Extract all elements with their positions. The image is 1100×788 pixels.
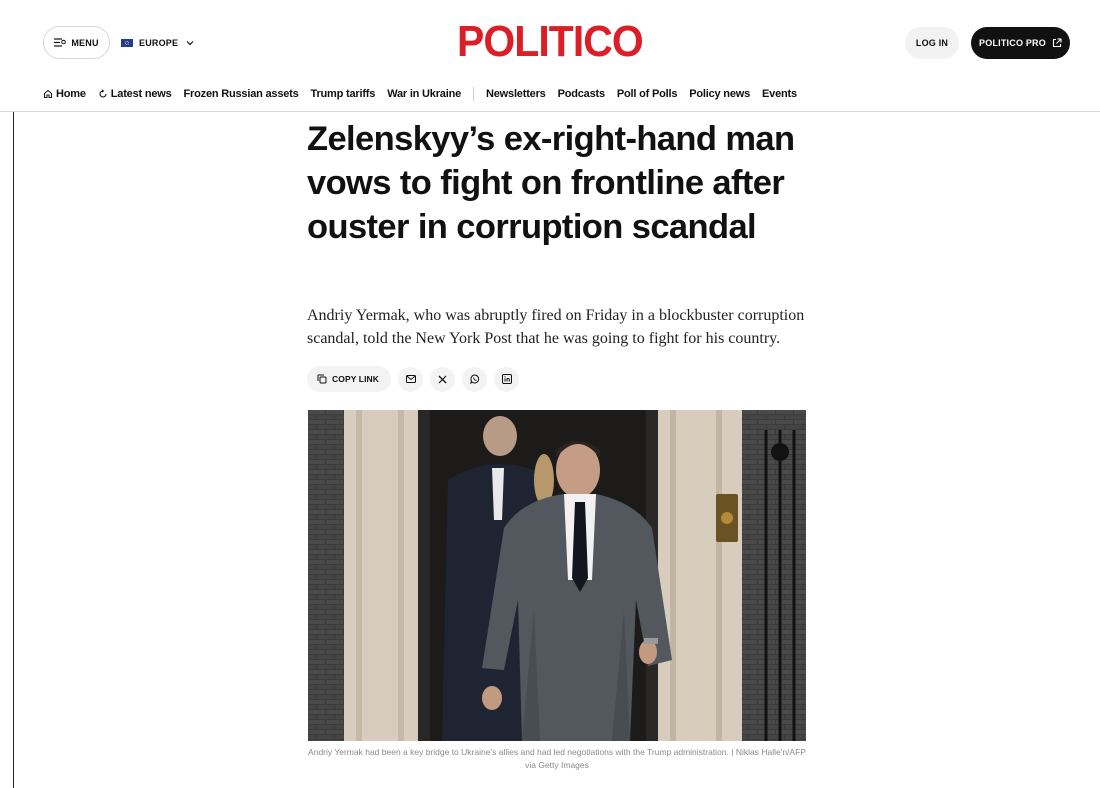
article-lead-photo	[308, 410, 806, 741]
linkedin-icon	[501, 374, 512, 384]
external-link-icon	[1052, 38, 1062, 48]
photo-caption: Andriy Yermak had been a key bridge to U…	[308, 747, 806, 770]
nav-item-newsletters[interactable]: Newsletters	[486, 88, 546, 100]
nav-item-trump-tariffs[interactable]: Trump tariffs	[311, 88, 376, 100]
nav-item-home[interactable]: Home	[43, 88, 86, 100]
nav-item-podcasts[interactable]: Podcasts	[558, 88, 606, 100]
nav-item-latest-news[interactable]: Latest news	[98, 88, 172, 100]
email-icon	[405, 375, 416, 383]
nav-item-poll-of-polls[interactable]: Poll of Polls	[617, 88, 678, 100]
share-whatsapp-button[interactable]	[462, 366, 488, 392]
home-icon	[44, 89, 52, 98]
nav-item-war-in-ukraine[interactable]: War in Ukraine	[387, 88, 461, 100]
pro-label: POLITICO PRO	[979, 38, 1046, 48]
share-email-button[interactable]	[398, 366, 424, 392]
nav-divider	[473, 87, 475, 101]
login-button[interactable]: LOG IN	[905, 27, 959, 59]
copy-link-button[interactable]: COPY LINK	[307, 366, 392, 392]
left-edge-rule	[13, 112, 14, 788]
article-headline: Zelenskyy’s ex-right-hand man vows to fi…	[307, 120, 795, 246]
politico-pro-button[interactable]: POLITICO PRO	[971, 27, 1070, 59]
nav-divider-line	[0, 111, 1100, 112]
share-x-button[interactable]	[430, 366, 456, 392]
article-dek: Andriy Yermak, who was abruptly fired on…	[307, 307, 805, 347]
whatsapp-icon	[469, 374, 479, 384]
lead-photo-illustration	[308, 410, 806, 741]
copy-icon	[317, 374, 327, 384]
x-icon	[438, 375, 447, 383]
nav-item-frozen-russian-assets[interactable]: Frozen Russian assets	[184, 88, 299, 100]
site-header: MENU EUROPE POLITICO LOG IN POLITICO PRO	[0, 0, 1100, 86]
copy-link-label: COPY LINK	[332, 374, 380, 384]
share-bar: COPY LINK	[307, 366, 520, 392]
main-navigation: Home Latest news Frozen Russian assets T…	[43, 86, 809, 102]
nav-item-events[interactable]: Events	[762, 88, 797, 100]
share-linkedin-button[interactable]	[494, 366, 520, 392]
nav-item-policy-news[interactable]: Policy news	[689, 88, 750, 100]
refresh-icon	[99, 89, 107, 98]
